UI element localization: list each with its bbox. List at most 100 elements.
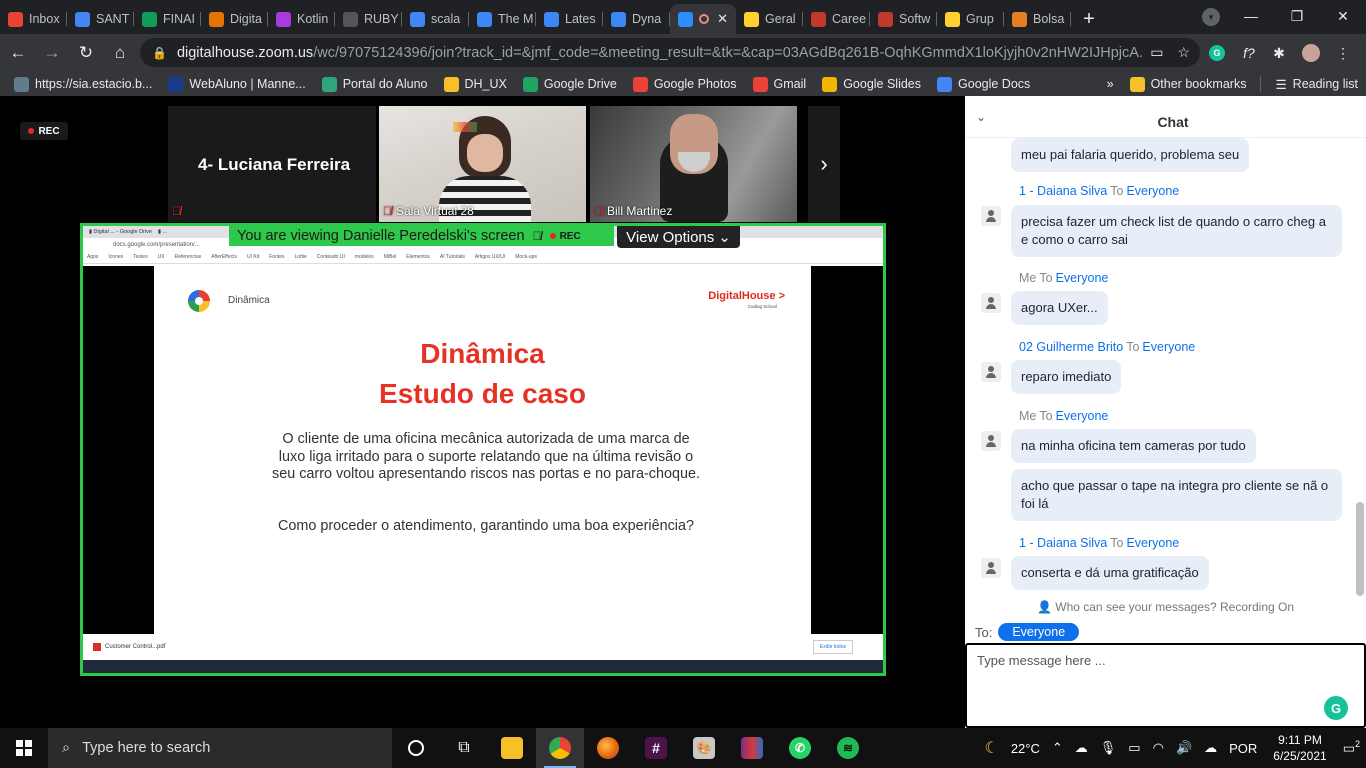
bookmarks-overflow-button[interactable]: »: [1099, 77, 1122, 91]
microphone-icon[interactable]: 🎙: [1094, 740, 1123, 756]
firefox-icon: [597, 737, 619, 759]
reload-button[interactable]: ↻: [70, 37, 102, 69]
bookmark-item[interactable]: https://sia.estacio.b...: [6, 76, 160, 92]
browser-tab[interactable]: RUBY: [335, 4, 402, 34]
bookmark-icon: [443, 76, 459, 92]
extensions-puzzle-icon[interactable]: ✱: [1268, 42, 1290, 64]
task-view-button[interactable]: ⧉: [440, 728, 488, 768]
bookmark-item[interactable]: Google Docs: [929, 76, 1038, 92]
browser-tab[interactable]: Digita: [201, 4, 268, 34]
browser-tab[interactable]: Inbox: [0, 4, 67, 34]
chat-message: agora UXer...: [1011, 291, 1108, 325]
bookmark-item[interactable]: Portal do Aluno: [314, 76, 436, 92]
taskbar-chrome[interactable]: [536, 728, 584, 768]
bookmark-star-icon[interactable]: ☆: [1177, 44, 1190, 61]
volume-icon[interactable]: 🔊: [1170, 740, 1198, 756]
minimize-window-button[interactable]: —: [1228, 0, 1274, 32]
browser-tab[interactable]: scala: [402, 4, 469, 34]
message-visibility-info[interactable]: 👤 Who can see your messages? Recording O…: [965, 600, 1366, 614]
taskbar-file-explorer[interactable]: [488, 728, 536, 768]
browser-tab[interactable]: FINAI: [134, 4, 201, 34]
cast-icon[interactable]: ▭: [1150, 44, 1163, 61]
reading-list-icon: ☰: [1275, 77, 1287, 92]
browser-tab[interactable]: Geral: [736, 4, 803, 34]
recipient-select[interactable]: Everyone: [998, 623, 1080, 641]
sheets-icon: [142, 11, 157, 27]
weather-temperature[interactable]: 22°C: [1005, 741, 1046, 756]
taskbar-search-box[interactable]: ⌕ Type here to search: [48, 728, 392, 768]
browser-tab-label: Inbox: [29, 12, 60, 26]
participant-tile-luciana[interactable]: 4- Luciana Ferreira 🎙̸: [168, 106, 376, 222]
profile-avatar-icon[interactable]: [1300, 42, 1322, 64]
bookmark-icon: [14, 76, 29, 92]
notifications-icon[interactable]: ▭2: [1337, 739, 1366, 756]
shared-screen: You are viewing Danielle Peredelski's sc…: [80, 223, 886, 676]
chevron-up-icon[interactable]: ⌃: [1046, 740, 1069, 756]
taskbar-paint[interactable]: 🎨: [680, 728, 728, 768]
language-indicator[interactable]: POR: [1223, 741, 1263, 756]
avatar-icon: [981, 431, 1001, 451]
browser-tab[interactable]: ✕: [670, 4, 736, 34]
chat-message-input[interactable]: [965, 643, 1366, 728]
browser-menu-icon[interactable]: ⋮: [1332, 42, 1354, 64]
bookmark-item[interactable]: WebAluno | Manne...: [160, 76, 313, 92]
taskbar-whatsapp[interactable]: ✆: [776, 728, 824, 768]
message-sender: 1 - Daiana Silva To Everyone: [1019, 184, 1180, 198]
browser-tab[interactable]: Grup: [937, 4, 1004, 34]
chat-message: meu pai falaria querido, problema seu: [1011, 138, 1250, 172]
chat-panel: ⌄ Chat meu pai falaria querido, problema…: [965, 96, 1366, 728]
bookmark-item[interactable]: Google Slides: [814, 76, 929, 92]
bookmark-item[interactable]: Gmail: [745, 76, 815, 92]
muted-mic-icon: 🎙̸: [532, 229, 542, 243]
chat-scrollbar[interactable]: [1356, 502, 1364, 596]
new-tab-button[interactable]: +: [1071, 4, 1107, 34]
close-window-button[interactable]: ✕: [1320, 0, 1366, 32]
battery-icon[interactable]: ▭: [1122, 740, 1146, 756]
reading-list-button[interactable]: ☰ Reading list: [1267, 77, 1366, 92]
browser-tab[interactable]: The M: [469, 4, 536, 34]
onedrive-icon[interactable]: ☁: [1198, 740, 1223, 756]
browser-tab[interactable]: Kotlin: [268, 4, 335, 34]
taskbar-firefox[interactable]: [584, 728, 632, 768]
browser-tab[interactable]: Bolsa: [1004, 4, 1071, 34]
kotlin-icon: [276, 11, 291, 27]
home-button[interactable]: ⌂: [104, 37, 136, 69]
archive-icon: [741, 737, 763, 759]
taskbar-winrar[interactable]: [728, 728, 776, 768]
browser-tab-label: Bolsa: [1033, 12, 1065, 26]
participant-tile-sala-virtual[interactable]: 🎙̸ Sala Virtual 28: [379, 106, 586, 222]
address-bar[interactable]: 🔒 digitalhouse.zoom.us/wc/97075124396/jo…: [140, 38, 1200, 67]
participant-name: Bill Martinez: [607, 204, 673, 218]
wifi-icon[interactable]: ◠: [1147, 740, 1170, 756]
browser-tab[interactable]: Lates: [536, 4, 603, 34]
bookmark-item[interactable]: Google Drive: [515, 76, 625, 92]
taskbar-spotify[interactable]: ≋: [824, 728, 872, 768]
clock[interactable]: 9:11 PM 6/25/2021: [1263, 732, 1336, 764]
restore-window-button[interactable]: ❐: [1274, 0, 1320, 32]
browser-tab-strip: Inbox SANT FINAI Digita Kotlin RUBY scala The M…: [0, 0, 1366, 34]
view-options-button[interactable]: View Options ⌄: [617, 226, 740, 248]
browser-tab[interactable]: Caree: [803, 4, 870, 34]
other-bookmarks-folder[interactable]: Other bookmarks: [1122, 76, 1255, 92]
tab-search-icon[interactable]: ▾: [1202, 8, 1220, 26]
browser-tab[interactable]: Softw: [870, 4, 937, 34]
muted-mic-icon: 🎙̸: [383, 204, 392, 218]
close-tab-icon[interactable]: ✕: [717, 11, 728, 27]
grammarly-icon[interactable]: G: [1324, 696, 1348, 720]
participant-tile-bill[interactable]: 🎙̸ Bill Martinez: [590, 106, 797, 222]
browser-tab[interactable]: SANT: [67, 4, 134, 34]
back-button[interactable]: ←: [2, 37, 34, 69]
browser-tab[interactable]: Dyna: [603, 4, 670, 34]
cloud-icon[interactable]: ☁: [1069, 740, 1094, 756]
start-button[interactable]: [0, 728, 48, 768]
forward-button[interactable]: →: [36, 37, 68, 69]
bookmark-item[interactable]: Google Photos: [625, 76, 745, 92]
cortana-button[interactable]: [392, 728, 440, 768]
participant-name: 4- Luciana Ferreira: [198, 155, 351, 174]
next-participants-chevron-icon[interactable]: ›: [808, 106, 840, 222]
bookmark-item[interactable]: DH_UX: [436, 76, 515, 92]
taskbar-slack[interactable]: #: [632, 728, 680, 768]
formula-extension-icon[interactable]: f?: [1238, 42, 1260, 64]
grammarly-extension-icon[interactable]: G: [1206, 42, 1228, 64]
weather-moon-icon[interactable]: ☾: [978, 738, 1004, 758]
